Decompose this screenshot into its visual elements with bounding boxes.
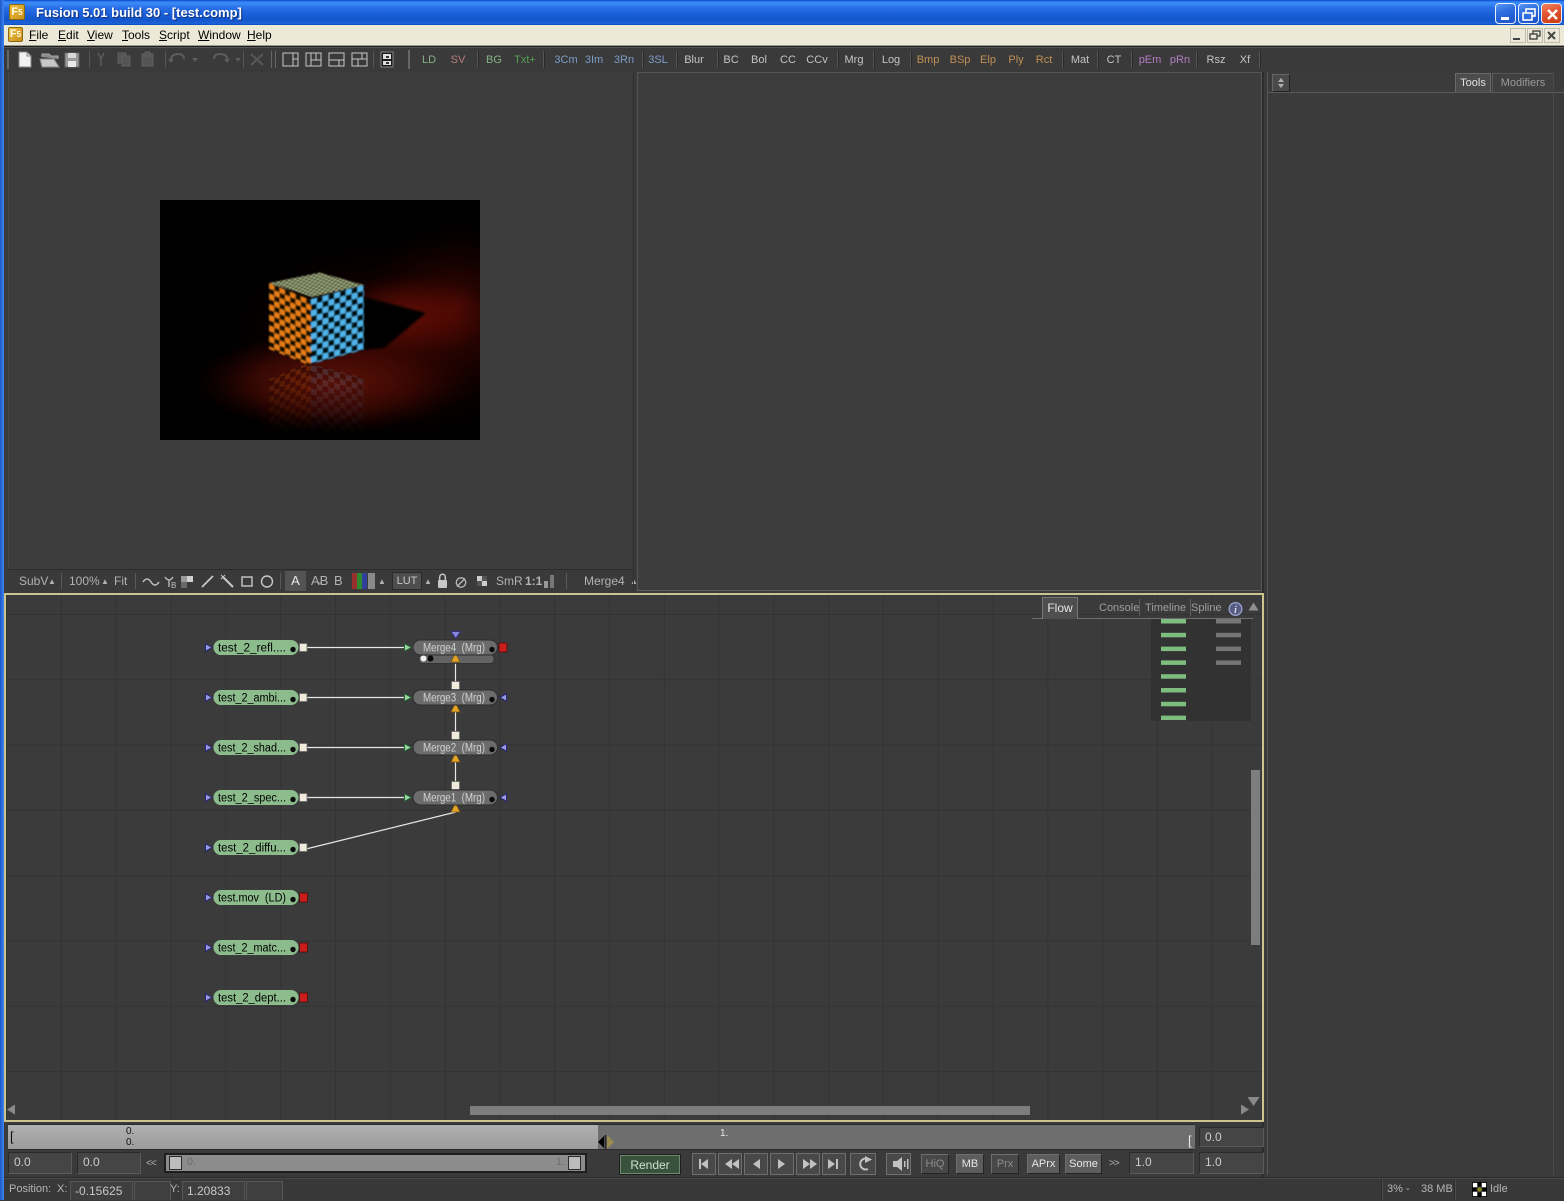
svg-text:test.mov (LD): test.mov (LD) xyxy=(218,893,286,905)
svg-text:test_2_refl....: test_2_refl.... xyxy=(218,643,286,655)
svg-text:B: B xyxy=(171,581,176,590)
svg-text:test_2_diffu...: test_2_diffu... xyxy=(218,843,286,855)
svg-text:i: i xyxy=(1234,605,1237,616)
svg-text:test_2_ambi...: test_2_ambi... xyxy=(218,693,286,705)
svg-text:Merge1 (Mrg): Merge1 (Mrg) xyxy=(423,793,485,805)
svg-text:test_2_spec...: test_2_spec... xyxy=(218,793,286,805)
svg-text:test_2_matc...: test_2_matc... xyxy=(218,943,286,955)
svg-text:test_2_shad...: test_2_shad... xyxy=(218,743,286,755)
svg-text:test_2_dept...: test_2_dept... xyxy=(218,993,286,1005)
svg-text:Merge2 (Mrg): Merge2 (Mrg) xyxy=(423,743,485,755)
svg-text:Merge3 (Mrg): Merge3 (Mrg) xyxy=(423,693,485,705)
svg-text:Merge4 (Mrg): Merge4 (Mrg) xyxy=(423,643,485,655)
